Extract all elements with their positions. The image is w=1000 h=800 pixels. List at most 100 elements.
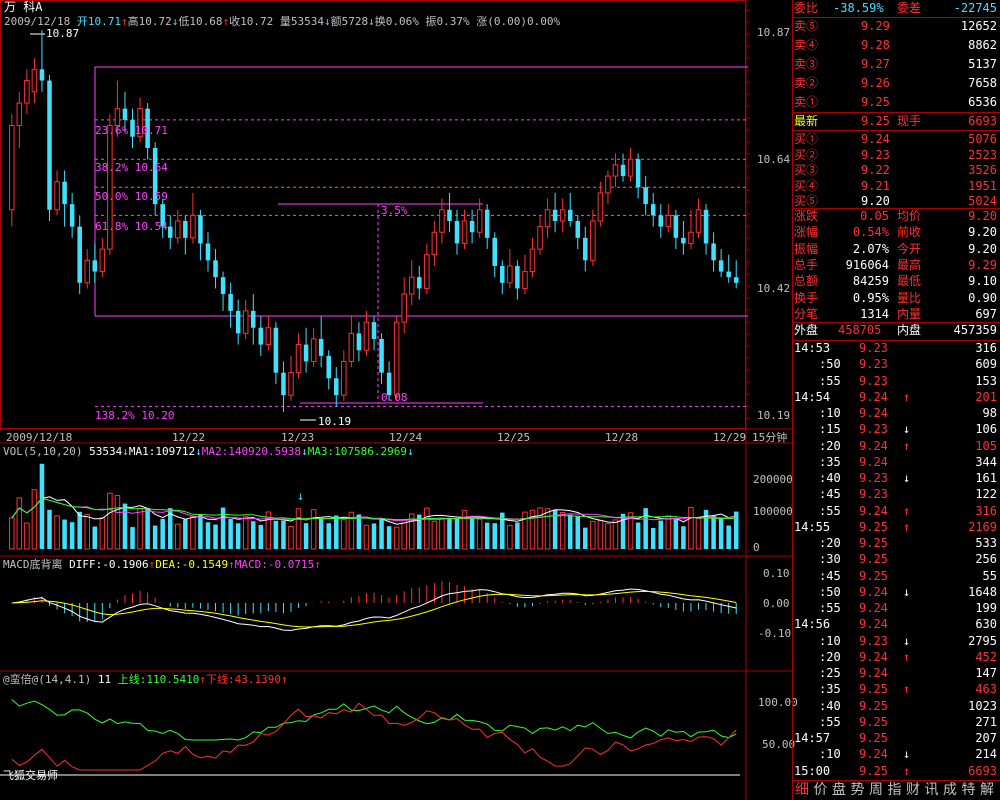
candle-body [228, 294, 233, 311]
candle-body [288, 372, 294, 396]
candle-body [507, 265, 513, 284]
footer-tab[interactable]: 讯 [925, 781, 940, 800]
tick-row: :55 9.23 153 [793, 374, 1000, 390]
tick-time: :55 [819, 373, 841, 388]
candle-body [476, 209, 483, 233]
candle-body [454, 221, 460, 244]
footer-tab[interactable]: 成 [943, 781, 958, 800]
inner-label: 内盘 [897, 323, 922, 337]
buy-volume: 3526 [968, 163, 997, 177]
current-hand-value: 6693 [968, 114, 997, 128]
volume-bar [137, 508, 143, 550]
date-label: 2009/12/18 [6, 431, 73, 444]
header-close: 收10.72 [229, 15, 274, 28]
stat-value: 0.90 [968, 290, 997, 305]
candle-body [559, 209, 566, 222]
tick-row: :30 9.25 256 [793, 552, 1000, 568]
candle-body [39, 69, 45, 81]
tick-time: :30 [819, 552, 841, 567]
candle-body [99, 248, 106, 273]
volume-bar [476, 518, 483, 550]
tick-price: 9.25 [859, 763, 888, 778]
volume-bar [318, 518, 324, 549]
fib-label: 61.8% 10.54 [95, 220, 168, 233]
tick-price: 9.25 [859, 714, 888, 729]
tick-price: 9.23 [859, 341, 888, 355]
volume-bar [447, 517, 452, 549]
sell-volume: 5137 [968, 57, 997, 71]
candle-body [273, 327, 279, 373]
footer-tab[interactable]: 财 [906, 781, 921, 800]
footer-tab[interactable]: 周 [869, 781, 884, 800]
weicha-value: -22745 [953, 1, 997, 15]
tick-time: :20 [819, 536, 841, 550]
down-arrow-icon: ↓ [301, 445, 308, 458]
footer-tab[interactable]: 解 [980, 781, 995, 800]
candle-body [658, 215, 664, 227]
candle-body [220, 277, 226, 295]
footer-tab[interactable]: 价 [814, 781, 829, 800]
footer-tab[interactable]: 盘 [832, 781, 847, 800]
stat-value: 9.20 [968, 241, 997, 256]
buy-label: 买① [794, 132, 819, 146]
volume-bar [130, 527, 135, 549]
tick-time: :55 [819, 714, 841, 729]
stat-label: 换手 [794, 290, 819, 305]
footer-tab[interactable]: 指 [888, 781, 903, 800]
tick-time: :45 [819, 568, 841, 583]
watermark: 飞狐交易师 [3, 769, 58, 782]
vol-axis-label: 100000 [753, 505, 793, 518]
stock-name: 万 科A [4, 0, 43, 14]
up-arrow-icon: ↑ [314, 558, 321, 571]
tick-price: 9.25 [859, 731, 888, 745]
weibi-label: 委比 [794, 1, 819, 15]
stat-row: 换手 0.95% 量比 0.90 [793, 290, 1000, 307]
tick-row: :15 9.23 ↓ 106 [793, 422, 1000, 438]
candle-body [695, 209, 702, 233]
outer-value: 458705 [838, 323, 882, 337]
volume-bar [228, 518, 233, 549]
volume-bar [718, 518, 724, 549]
tick-time: :10 [819, 747, 841, 762]
footer-tab[interactable]: 势 [851, 781, 866, 800]
volume-bar [688, 506, 694, 550]
stat-label: 最低 [897, 274, 922, 289]
tick-volume: 6693 [968, 763, 997, 778]
kline-chart-area[interactable]: ↓ 万 科A 2009/12/18 开10.71↑高10.72↓低10.68↑收… [0, 0, 798, 800]
candle-body [522, 271, 528, 289]
footer-tab[interactable]: 特 [962, 781, 977, 800]
tick-time: :10 [819, 406, 841, 420]
header-low: 低10.68 [178, 15, 223, 28]
candle-body [31, 68, 38, 93]
candle-body [310, 338, 317, 362]
stat-value: 9.29 [968, 257, 997, 272]
candle-body [326, 355, 331, 379]
candle-body [431, 231, 438, 256]
box-low-label: 0.08 [381, 391, 408, 404]
stat-row: 振幅 2.07% 今开 9.20 [793, 241, 1000, 258]
volume-bar [54, 515, 60, 550]
buy-label: 买② [794, 147, 819, 162]
latest-label: 最新 [794, 114, 819, 128]
tick-volume: 207 [975, 731, 997, 745]
period-label[interactable]: 15分钟 [752, 431, 787, 444]
volume-bar [681, 526, 686, 549]
stat-label: 振幅 [794, 241, 819, 256]
sell-label: 卖② [794, 76, 819, 90]
tick-volume: 271 [975, 714, 997, 729]
vol-label: VOL(5,10,20) [3, 445, 83, 458]
ind-label: @蛮倍@(14,4.1) [3, 673, 92, 686]
candle-body [733, 277, 739, 283]
macd-label: MACD底背离 [3, 558, 63, 571]
tick-time: :25 [819, 666, 841, 680]
footer-tab[interactable]: 细 [795, 781, 810, 800]
date-label: 12/22 [172, 431, 206, 444]
buy-price: 9.21 [861, 178, 890, 193]
tick-time: :35 [819, 454, 841, 469]
candle-body [190, 214, 196, 239]
tick-volume: 1023 [968, 698, 997, 713]
volume-bar [107, 492, 113, 550]
candle-body [688, 231, 694, 244]
up-arrow-icon: ↑ [120, 15, 128, 28]
stat-value: 0.95% [852, 290, 889, 305]
